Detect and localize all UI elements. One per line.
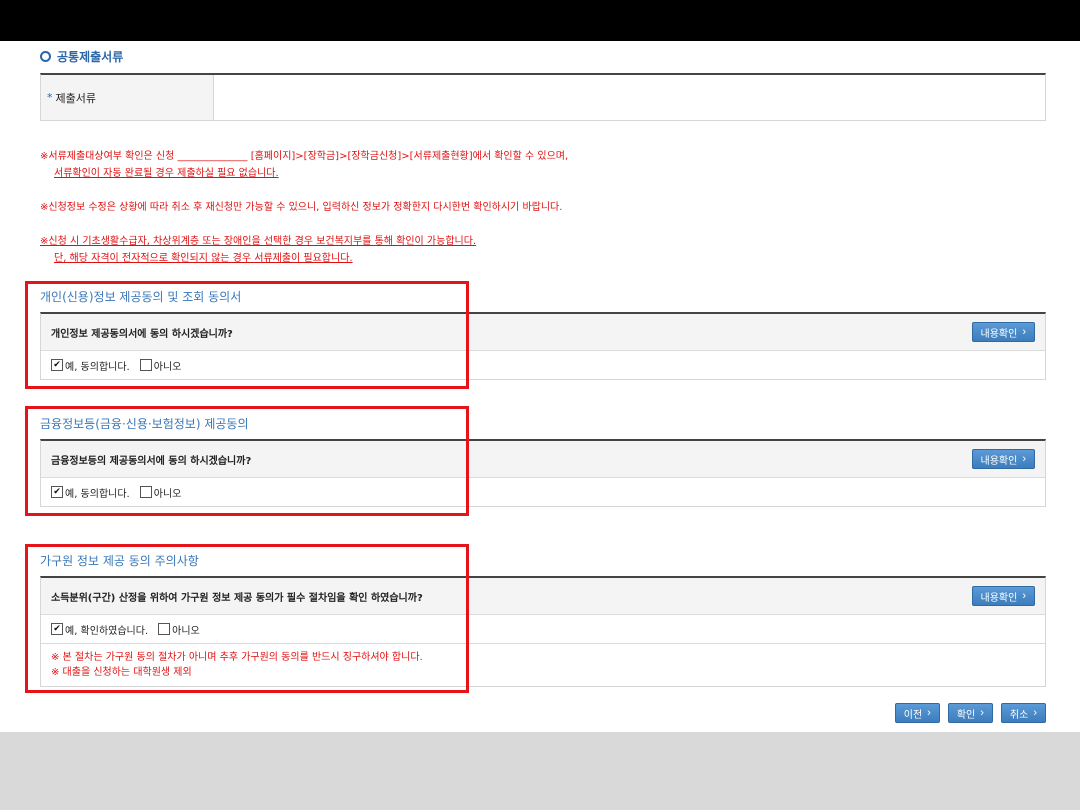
decline-checkbox[interactable] [139,359,152,371]
button-label: 확인 [956,709,976,721]
notice-line: ※신청정보 수정은 상황에 따라 취소 후 재신청만 가능할 수 있으니, 입력… [40,202,563,213]
chevron-right-icon: › [1022,453,1026,465]
documents-header-cell: * 제출서류 [41,75,214,120]
notice-line: ※신청 시 기초생활수급자, 차상위계층 또는 장애인을 선택한 경우 보건복지… [40,236,477,247]
consent-personal-info: 개인(신용)정보 제공동의 및 조회 동의서 개인정보 제공동의서에 동의 하시… [40,288,1046,380]
documents-value-cell [214,75,1045,120]
consent-question-row: 개인정보 제공동의서에 동의 하시겠습니까? 내용확인 › [41,314,1045,351]
decline-checkbox[interactable] [139,486,152,498]
chevron-right-icon: › [1022,590,1026,602]
button-label: 내용확인 [980,455,1018,467]
circle-bullet-icon [40,51,51,62]
consent-question: 금융정보등의 제공동의서에 동의 하시겠습니까? [51,455,252,467]
decline-option[interactable]: 아니오 [139,358,182,373]
agree-checkbox-checked[interactable]: ✔ [51,486,63,498]
consent-question-row: 금융정보등의 제공동의서에 동의 하시겠습니까? 내용확인 › [41,441,1045,478]
consent-title: 금융정보등(금융·신용·보험정보) 제공동의 [40,417,249,431]
consent-box: 개인정보 제공동의서에 동의 하시겠습니까? 내용확인 › ✔ 예, 동의합니다… [40,312,1046,380]
notice-line: 서류확인이 자동 완료될 경우 제출하실 필요 없습니다. [54,168,279,179]
view-content-button[interactable]: 내용확인 › [971,586,1035,606]
top-black-bar [0,0,1080,41]
consent-financial-info: 금융정보등(금융·신용·보험정보) 제공동의 금융정보등의 제공동의서에 동의 … [40,415,1046,507]
consent-household-info: 가구원 정보 제공 동의 주의사항 소득분위(구간) 산정을 위하여 가구원 정… [40,552,1046,687]
chevron-right-icon: › [1033,707,1037,719]
chevron-right-icon: › [980,707,984,719]
consent-title: 가구원 정보 제공 동의 주의사항 [40,554,199,568]
button-label: 취소 [1009,709,1029,721]
chevron-right-icon: › [1022,326,1026,338]
consent-title: 개인(신용)정보 제공동의 및 조회 동의서 [40,290,242,304]
section-title-text: 공통제출서류 [57,50,124,64]
agree-checkbox-checked[interactable]: ✔ [51,623,63,635]
notice-2: ※신청정보 수정은 상황에 따라 취소 후 재신청만 가능할 수 있으니, 입력… [40,199,568,216]
view-content-button[interactable]: 내용확인 › [971,449,1035,469]
required-mark: * [47,91,53,104]
confirm-button[interactable]: 확인 › [947,703,993,723]
button-label: 이전 [903,709,923,721]
notice-list: ※서류제출대상여부 확인은 신청 ______________ [홈페이지]>[… [40,148,568,284]
consent-warnings: ※ 본 절차는 가구원 동의 절차가 아니며 추후 가구원의 동의를 반드시 징… [41,643,1045,686]
notice-3: ※신청 시 기초생활수급자, 차상위계층 또는 장애인을 선택한 경우 보건복지… [40,233,568,267]
cancel-button[interactable]: 취소 › [1000,703,1046,723]
documents-table: * 제출서류 [40,73,1046,121]
notice-line: 단, 해당 자격이 전자적으로 확인되지 않는 경우 서류제출이 필요합니다. [54,253,353,264]
agree-option[interactable]: ✔ 예, 확인하였습니다. [51,622,148,637]
view-content-button[interactable]: 내용확인 › [971,322,1035,342]
footer-button-group: 이전 › 확인 › 취소 › [894,703,1046,723]
button-label: 내용확인 [980,328,1018,340]
consent-box: 소득분위(구간) 산정을 위하여 가구원 정보 제공 동의가 필수 절차임을 확… [40,576,1046,687]
decline-checkbox[interactable] [158,623,171,635]
agree-label: 예, 확인하였습니다. [65,625,149,637]
notice-line: ※서류제출대상여부 확인은 신청 ______________ [홈페이지]>[… [40,151,569,162]
documents-header-label: 제출서류 [55,91,96,105]
consent-question-row: 소득분위(구간) 산정을 위하여 가구원 정보 제공 동의가 필수 절차임을 확… [41,578,1045,615]
agree-label: 예, 동의합니다. [65,488,130,500]
consent-answer-row: ✔ 예, 확인하였습니다. 아니오 [41,615,1045,643]
consent-box: 금융정보등의 제공동의서에 동의 하시겠습니까? 내용확인 › ✔ 예, 동의합… [40,439,1046,507]
decline-label: 아니오 [153,488,182,500]
section-title: 공통제출서류 [40,48,123,65]
consent-answer-row: ✔ 예, 동의합니다. 아니오 [41,351,1045,379]
prev-button[interactable]: 이전 › [894,703,940,723]
decline-label: 아니오 [153,361,182,373]
consent-question: 개인정보 제공동의서에 동의 하시겠습니까? [51,328,233,340]
notice-1: ※서류제출대상여부 확인은 신청 ______________ [홈페이지]>[… [40,148,568,182]
consent-answer-row: ✔ 예, 동의합니다. 아니오 [41,478,1045,506]
decline-label: 아니오 [172,625,200,637]
button-label: 내용확인 [980,592,1018,604]
warning-line: ※ 대출을 신청하는 대학원생 제외 [51,667,192,678]
agree-option[interactable]: ✔ 예, 동의합니다. [51,358,130,373]
warning-line: ※ 본 절차는 가구원 동의 절차가 아니며 추후 가구원의 동의를 반드시 징… [51,652,423,663]
agree-option[interactable]: ✔ 예, 동의합니다. [51,485,130,500]
chevron-right-icon: › [927,707,931,719]
decline-option[interactable]: 아니오 [158,622,200,637]
decline-option[interactable]: 아니오 [139,485,182,500]
consent-question: 소득분위(구간) 산정을 위하여 가구원 정보 제공 동의가 필수 절차임을 확… [51,592,423,604]
agree-checkbox-checked[interactable]: ✔ [51,359,63,371]
agree-label: 예, 동의합니다. [65,361,130,373]
